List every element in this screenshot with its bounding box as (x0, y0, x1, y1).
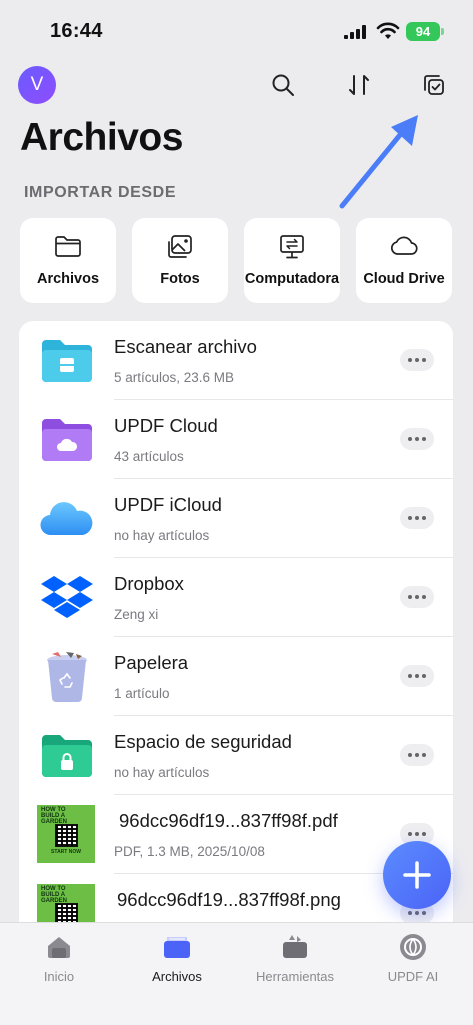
file-subtitle: 1 artículo (114, 686, 170, 701)
import-photos-label: Fotos (160, 271, 200, 287)
status-time: 16:44 (50, 20, 103, 42)
file-title: Papelera (114, 652, 189, 673)
trash-icon (39, 649, 95, 705)
avatar-initial: V (30, 74, 44, 95)
cellular-signal-icon (344, 25, 366, 39)
list-item-dropbox[interactable]: Dropbox Zeng xi (19, 558, 453, 637)
tab-files[interactable]: Archivos (118, 933, 236, 993)
tools-icon (283, 935, 307, 958)
more-options-button[interactable] (400, 349, 434, 371)
list-item-trash[interactable]: Papelera 1 artículo (19, 637, 453, 716)
file-subtitle: no hay artículos (114, 765, 210, 780)
computer-icon (280, 235, 304, 259)
pdf-thumbnail: HOW TO BUILD A GARDEN START NOW (37, 805, 95, 863)
tab-label: Archivos (152, 969, 202, 984)
thumb-text: START NOW (51, 849, 81, 855)
more-options-button[interactable] (400, 744, 434, 766)
lock-folder-icon (39, 728, 95, 784)
select-checkbox-icon (424, 75, 444, 95)
ai-icon (400, 934, 426, 960)
tab-label: Herramientas (255, 969, 335, 984)
file-title: UPDF Cloud (114, 415, 218, 436)
cloud-icon (390, 236, 418, 255)
file-title: 96dcc96df19...837ff98f.pdf (119, 810, 338, 831)
file-subtitle: 5 artículos, 23.6 MB (114, 370, 235, 385)
avatar[interactable]: V (18, 66, 56, 104)
icloud-icon (39, 491, 95, 547)
import-files-label: Archivos (36, 271, 100, 287)
tab-updf-ai[interactable]: UPDF AI (354, 933, 472, 993)
import-computer-button[interactable]: Computadora (244, 218, 340, 303)
sort-button[interactable] (342, 68, 376, 102)
plus-icon (403, 861, 431, 889)
file-subtitle: PDF, 1.3 MB, 2025/10/08 (114, 844, 265, 859)
scan-folder-icon (39, 333, 95, 389)
more-options-button[interactable] (400, 507, 434, 529)
file-title: UPDF iCloud (114, 494, 222, 515)
list-item-secure-space[interactable]: Espacio de seguridad no hay artículos (19, 716, 453, 795)
tab-tools[interactable]: Herramientas (236, 933, 354, 993)
file-title: Dropbox (114, 573, 184, 594)
folder-icon (55, 236, 81, 257)
list-item-updf-icloud[interactable]: UPDF iCloud no hay artículos (19, 479, 453, 558)
tab-label: Inicio (43, 969, 75, 984)
file-title: 96dcc96df19...837ff98f.png (117, 889, 341, 910)
wifi-icon (376, 22, 400, 39)
qr-code (55, 824, 78, 847)
file-subtitle: 43 artículos (114, 449, 184, 464)
list-item-updf-cloud[interactable]: UPDF Cloud 43 artículos (19, 400, 453, 479)
annotation-arrow (339, 115, 418, 209)
more-options-button[interactable] (400, 428, 434, 450)
select-button[interactable] (417, 68, 451, 102)
search-icon (272, 74, 294, 96)
cloud-folder-icon (39, 412, 95, 468)
import-cloud-drive-button[interactable]: Cloud Drive (356, 218, 452, 303)
file-subtitle: no hay artículos (114, 528, 210, 543)
tab-label: UPDF AI (387, 969, 439, 984)
home-icon (48, 937, 70, 958)
more-options-button[interactable] (400, 665, 434, 687)
tab-bar: Inicio Archivos Herramientas UPDF AI (0, 922, 473, 1025)
battery-cap (441, 28, 444, 35)
tab-home[interactable]: Inicio (0, 933, 118, 993)
import-photos-button[interactable]: Fotos (132, 218, 228, 303)
file-subtitle: Zeng xi (114, 607, 159, 622)
file-title: Espacio de seguridad (114, 731, 292, 752)
list-item-scan[interactable]: Escanear archivo 5 artículos, 23.6 MB (19, 321, 453, 400)
sort-icon (349, 75, 369, 95)
file-list: Escanear archivo 5 artículos, 23.6 MB UP… (19, 321, 453, 941)
import-computer-label: Computadora (244, 271, 340, 287)
import-section-label: IMPORTAR DESDE (24, 184, 177, 201)
files-icon (164, 937, 190, 958)
photos-icon (168, 235, 192, 258)
status-bar: 16:44 94 (0, 0, 473, 62)
file-title: Escanear archivo (114, 336, 257, 357)
import-files-button[interactable]: Archivos (20, 218, 116, 303)
page-title: Archivos (20, 116, 183, 159)
dropbox-icon (39, 570, 95, 626)
import-cloud-drive-label: Cloud Drive (363, 271, 445, 287)
battery-level: 94 (415, 24, 431, 39)
more-options-button[interactable] (400, 586, 434, 608)
battery-indicator: 94 (406, 22, 440, 41)
search-button[interactable] (266, 68, 300, 102)
add-button[interactable] (383, 841, 451, 909)
